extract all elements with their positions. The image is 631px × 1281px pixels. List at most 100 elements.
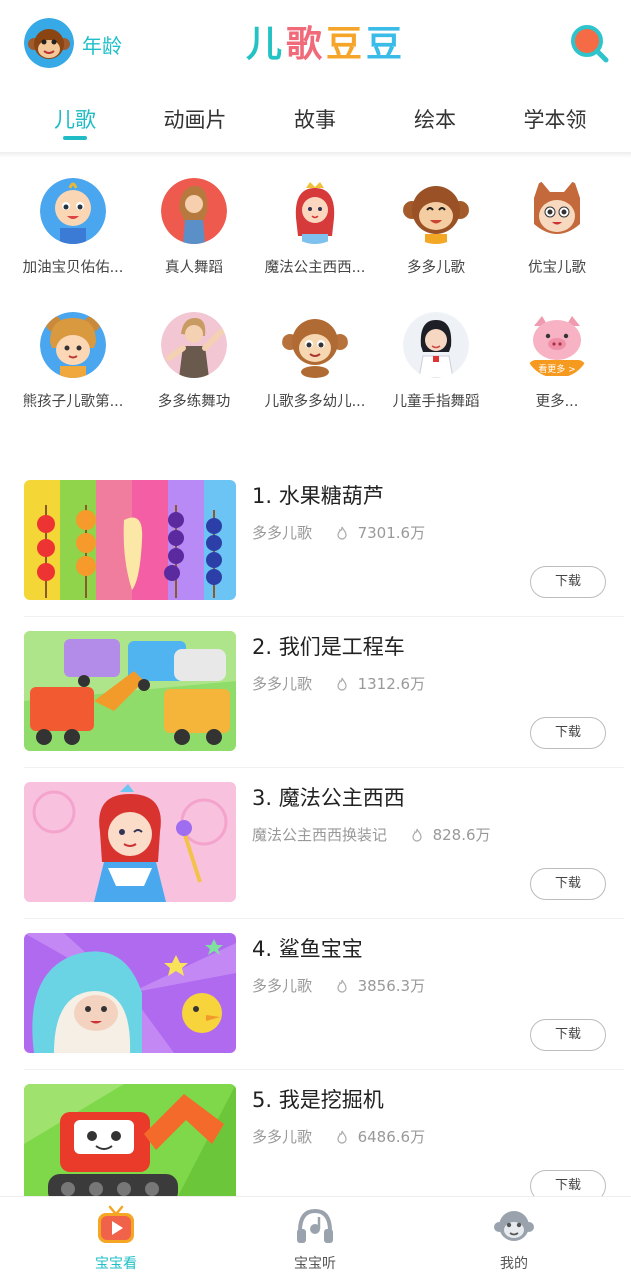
bear-kid-avatar-icon [40,312,106,378]
song-thumbnail[interactable] [24,1084,236,1204]
song-title[interactable]: 1. 水果糖葫芦 [252,480,384,510]
top-bar: 年龄 儿 歌 豆 豆 [0,0,631,88]
download-button[interactable]: 下载 [530,717,606,749]
tab-stories[interactable]: 故事 [255,104,375,134]
song-meta: 多多儿歌 7301.6万 [252,522,425,543]
nav-listen[interactable]: 宝宝听 [255,1205,375,1273]
flame-icon [337,677,347,691]
song-row[interactable]: 2. 我们是工程车 多多儿歌 1312.6万 下载 [0,621,631,771]
song-meta: 魔法公主西西换装记 828.6万 [252,824,491,845]
header-divider [0,152,631,158]
divider [24,1069,624,1070]
song-channel: 魔法公主西西换装记 [252,826,388,844]
song-channel: 多多儿歌 [252,1128,313,1146]
song-title[interactable]: 3. 魔法公主西西 [252,782,405,812]
song-row[interactable]: 4. 鲨鱼宝宝 多多儿歌 3856.3万 下载 [0,923,631,1073]
monkey-avatar-icon [282,312,348,378]
svg-text:儿: 儿 [246,24,282,65]
channel-label: 熊孩子儿歌第... [22,394,124,410]
flame-icon [337,979,347,993]
channel-item[interactable]: 熊孩子儿歌第... [11,304,135,411]
song-thumbnail[interactable] [24,480,236,600]
divider [24,918,624,919]
nav-me[interactable]: 我的 [454,1205,574,1273]
age-selector-label[interactable]: 年龄 [82,30,122,59]
category-tabs: 儿歌 动画片 故事 绘本 学本领 [0,92,631,152]
song-row[interactable]: 3. 魔法公主西西 魔法公主西西换装记 828.6万 下载 [0,772,631,922]
princess-avatar-icon [282,178,348,244]
active-tab-indicator [63,136,87,140]
see-more-badge: 看更多 > [538,363,575,375]
download-button[interactable]: 下载 [530,868,606,900]
nav-label: 宝宝听 [294,1256,336,1272]
channel-label: 多多练舞功 [157,394,231,410]
dance-coach-avatar-icon [161,312,227,378]
bottom-nav: 宝宝看 宝宝听 我的 [0,1196,631,1281]
channel-label: 优宝儿歌 [528,260,586,276]
svg-text:豆: 豆 [326,24,362,65]
channel-item[interactable]: 加油宝贝佑佑... [11,170,135,277]
channel-item[interactable]: 真人舞蹈 [132,170,256,277]
pig-more-icon: 看更多 > [524,312,590,378]
song-title[interactable]: 4. 鲨鱼宝宝 [252,933,363,963]
channel-item[interactable]: 儿童手指舞蹈 [374,304,498,411]
cat-avatar-icon [524,178,590,244]
nav-label: 我的 [500,1256,528,1272]
tab-songs[interactable]: 儿歌 [15,104,135,134]
search-icon[interactable] [568,22,610,64]
channel-item[interactable]: 魔法公主西西... [253,170,377,277]
channel-item[interactable]: 优宝儿歌 [495,170,619,277]
channel-item[interactable]: 多多儿歌 [374,170,498,277]
channel-label: 加油宝贝佑佑... [22,260,124,276]
monkey-avatar-icon[interactable] [24,18,74,68]
channel-label: 多多儿歌 [407,260,465,276]
song-meta: 多多儿歌 6486.6万 [252,1126,425,1147]
play-count: 1312.6万 [357,675,426,693]
song-thumbnail[interactable] [24,631,236,751]
nav-watch[interactable]: 宝宝看 [56,1205,176,1273]
monkey-avatar-icon [403,178,469,244]
play-count: 6486.6万 [357,1128,426,1146]
song-channel: 多多儿歌 [252,675,313,693]
tab-cartoons[interactable]: 动画片 [135,104,255,134]
song-thumbnail[interactable] [24,933,236,1053]
play-count: 3856.3万 [357,977,426,995]
download-button[interactable]: 下载 [530,1019,606,1051]
play-count: 7301.6万 [357,524,426,542]
song-channel: 多多儿歌 [252,524,313,542]
tab-picture-books[interactable]: 绘本 [375,104,495,134]
tv-play-icon [98,1205,134,1243]
play-count: 828.6万 [432,826,491,844]
channel-label: 儿歌多多幼儿... [264,394,366,410]
baby-jojo-avatar-icon [40,178,106,244]
nav-label: 宝宝看 [95,1256,137,1272]
song-meta: 多多儿歌 1312.6万 [252,673,425,694]
song-title[interactable]: 2. 我们是工程车 [252,631,405,661]
channel-label: 魔法公主西西... [264,260,366,276]
channel-grid: 加油宝贝佑佑... 真人舞蹈 魔法公主西西... 多多儿歌 优宝儿歌 熊孩子儿歌… [0,170,631,440]
monkey-face-icon [494,1211,534,1241]
headphones-icon [297,1208,333,1243]
song-row[interactable]: 1. 水果糖葫芦 多多儿歌 7301.6万 下载 [0,470,631,620]
channel-label: 真人舞蹈 [165,260,223,276]
song-meta: 多多儿歌 3856.3万 [252,975,425,996]
svg-text:歌: 歌 [286,24,323,65]
teacher-avatar-icon [403,312,469,378]
flame-icon [412,828,422,842]
svg-text:豆: 豆 [366,24,402,65]
divider [24,616,624,617]
dancer-avatar-icon [161,178,227,244]
tab-skills[interactable]: 学本领 [495,104,615,134]
download-button[interactable]: 下载 [530,566,606,598]
song-title[interactable]: 5. 我是挖掘机 [252,1084,384,1114]
channel-label: 更多... [535,394,579,410]
flame-icon [337,1130,347,1144]
flame-icon [337,526,347,540]
channel-label: 儿童手指舞蹈 [392,394,480,410]
channel-item[interactable]: 多多练舞功 [132,304,256,411]
channel-item[interactable]: 看更多 > 更多... [495,304,619,411]
channel-item[interactable]: 儿歌多多幼儿... [253,304,377,411]
song-thumbnail[interactable] [24,782,236,902]
divider [24,767,624,768]
app-logo: 儿 歌 豆 豆 [246,24,402,65]
